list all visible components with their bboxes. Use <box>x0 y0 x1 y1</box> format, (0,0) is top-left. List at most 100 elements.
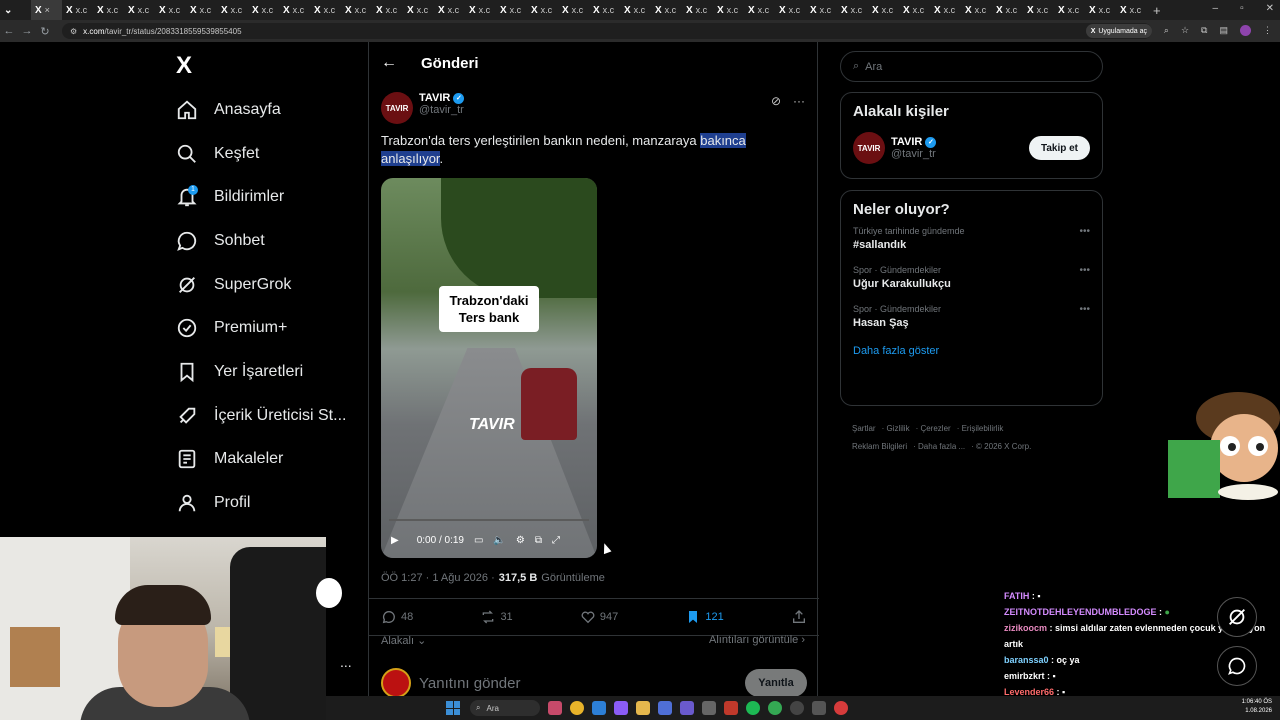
browser-tab[interactable]: Xx.c <box>155 0 186 20</box>
browser-tab[interactable]: Xx.c <box>527 0 558 20</box>
author-name-row[interactable]: TAVIR ✓ <box>419 92 465 104</box>
more-options-icon[interactable]: ••• <box>1079 265 1090 276</box>
sidebar-item-profile[interactable]: Profil <box>176 481 346 525</box>
more-options-icon[interactable]: ··· <box>793 94 805 108</box>
taskbar-app-icon[interactable] <box>658 701 672 715</box>
zoom-icon[interactable]: ⌕ <box>1164 25 1169 36</box>
browser-tab[interactable]: Xx.c <box>775 0 806 20</box>
show-more-link[interactable]: Daha fazla göster <box>841 335 1102 371</box>
sidebar-item-notifications[interactable]: 1 Bildirimler <box>176 175 346 219</box>
restore-icon[interactable]: ▫ <box>1240 3 1244 14</box>
browser-tab[interactable]: Xx.c <box>124 0 155 20</box>
obs-icon[interactable] <box>790 701 804 715</box>
grok-icon[interactable]: ⊘ <box>771 94 781 108</box>
trend-item[interactable]: Spor · Gündemdekiler Hasan Şaş ••• <box>841 296 1102 335</box>
windows-start-icon[interactable] <box>446 701 460 715</box>
browser-tab[interactable]: Xx.c <box>341 0 372 20</box>
share-button[interactable] <box>791 609 807 625</box>
taskbar-app-icon[interactable] <box>834 701 848 715</box>
follow-button[interactable]: Takip et <box>1028 136 1090 160</box>
folder-icon[interactable] <box>636 701 650 715</box>
chrome-icon[interactable] <box>570 701 584 715</box>
pip-icon[interactable]: ⧉ <box>535 535 542 546</box>
browser-tab[interactable]: Xx.c <box>589 0 620 20</box>
reply-button[interactable]: 48 <box>381 609 413 625</box>
trend-item[interactable]: Türkiye tarihinde gündemde #sallandık ••… <box>841 218 1102 257</box>
reply-input[interactable]: Yanıtını gönder <box>419 675 737 692</box>
browser-tab[interactable]: Xx.c <box>1023 0 1054 20</box>
browser-tab[interactable]: Xx.c <box>837 0 868 20</box>
browser-tab[interactable]: Xx.c <box>930 0 961 20</box>
taskbar-app-icon[interactable] <box>614 701 628 715</box>
user-avatar[interactable] <box>381 668 411 698</box>
browser-tab[interactable]: Xx.c <box>682 0 713 20</box>
back-icon[interactable]: ← <box>0 25 18 37</box>
author-handle[interactable]: @tavir_tr <box>419 104 464 116</box>
browser-tab[interactable]: Xx.c <box>961 0 992 20</box>
related-person-avatar[interactable]: TAVIR <box>853 132 885 164</box>
more-options-icon[interactable]: ••• <box>1079 226 1090 237</box>
bookmark-button[interactable]: 121 <box>685 609 724 625</box>
browser-tab[interactable]: Xx.c <box>434 0 465 20</box>
footer-link[interactable]: Erişilebilirlik <box>962 424 1004 433</box>
browser-tab[interactable]: Xx.c <box>465 0 496 20</box>
browser-tab[interactable]: Xx.c <box>248 0 279 20</box>
trend-item[interactable]: Spor · Gündemdekiler Uğur Karakullukçu •… <box>841 257 1102 296</box>
chrome-icon[interactable] <box>768 701 782 715</box>
play-icon[interactable]: ▶ <box>391 535 399 546</box>
site-info-icon[interactable]: ⚙ <box>70 27 77 36</box>
post-author[interactable]: TAVIR TAVIR ✓ @tavir_tr <box>381 92 465 124</box>
reply-submit-button[interactable]: Yanıtla <box>745 669 807 697</box>
browser-tab[interactable]: Xx.c <box>1116 0 1147 20</box>
browser-tab[interactable]: Xx.c <box>496 0 527 20</box>
browser-tab[interactable]: Xx.c <box>620 0 651 20</box>
sidebar-item-articles[interactable]: Makaleler <box>176 438 346 482</box>
browser-tab-active[interactable]: X × <box>31 0 62 20</box>
footer-link[interactable]: Daha fazla ... <box>918 442 965 451</box>
reload-icon[interactable]: ↻ <box>36 25 54 38</box>
footer-link[interactable]: Şartlar <box>852 424 876 433</box>
footer-link[interactable]: Gizlilik <box>886 424 909 433</box>
sidebar-item-chat[interactable]: Sohbet <box>176 219 346 263</box>
discord-icon[interactable] <box>680 701 694 715</box>
repost-button[interactable]: 31 <box>480 609 513 625</box>
taskbar-app-icon[interactable] <box>812 701 826 715</box>
close-icon[interactable]: ✕ <box>1266 3 1274 14</box>
browser-tab[interactable]: Xx.c <box>992 0 1023 20</box>
sidebar-item-premium[interactable]: Premium+ <box>176 306 346 350</box>
browser-tab[interactable]: Xx.c <box>62 0 93 20</box>
browser-tab[interactable]: Xx.c <box>558 0 589 20</box>
author-avatar[interactable]: TAVIR <box>381 92 413 124</box>
browser-tab[interactable]: Xx.c <box>868 0 899 20</box>
video-progress-bar[interactable] <box>389 519 589 521</box>
captions-icon[interactable]: ▭ <box>474 535 483 546</box>
footer-link[interactable]: Çerezler <box>920 424 950 433</box>
sidebar-item-bookmarks[interactable]: Yer İşaretleri <box>176 350 346 394</box>
browser-tab[interactable]: Xx.c <box>1085 0 1116 20</box>
forward-icon[interactable]: → <box>18 25 36 37</box>
messages-fab-button[interactable] <box>1217 646 1257 686</box>
account-more-icon[interactable]: ... <box>340 654 352 670</box>
taskbar-app-icon[interactable] <box>702 701 716 715</box>
back-arrow-icon[interactable]: ← <box>381 54 397 72</box>
browser-tab[interactable]: Xx.c <box>93 0 124 20</box>
browser-tab[interactable]: Xx.c <box>186 0 217 20</box>
browser-tab[interactable]: Xx.c <box>744 0 775 20</box>
post-timestamp[interactable]: ÖÖ 1:27 · 1 Ağu 2026 · <box>381 572 495 584</box>
tab-menu[interactable]: ⌄ <box>0 0 31 20</box>
view-quotes-link[interactable]: Alıntıları görüntüle › <box>709 634 805 646</box>
grok-fab-button[interactable] <box>1217 597 1257 637</box>
sidebar-item-creator-studio[interactable]: İçerik Üreticisi St... <box>176 394 346 438</box>
tab-close-icon[interactable]: × <box>45 5 50 15</box>
new-tab-button[interactable]: + <box>1153 3 1161 18</box>
browser-tab[interactable]: Xx.c <box>279 0 310 20</box>
sidebar-item-explore[interactable]: Keşfet <box>176 132 346 176</box>
menu-icon[interactable]: ⋮ <box>1263 25 1272 36</box>
open-in-app-chip[interactable]: X Uygulamada aç <box>1085 24 1152 38</box>
browser-tab[interactable]: Xx.c <box>651 0 682 20</box>
url-field[interactable]: ⚙ x.com/tavir_tr/status/2083318559539855… <box>62 23 1152 39</box>
browser-tab[interactable]: Xx.c <box>899 0 930 20</box>
star-icon[interactable]: ☆ <box>1181 25 1189 36</box>
taskbar-app-icon[interactable] <box>724 701 738 715</box>
extensions-icon[interactable]: ⧉ <box>1201 25 1207 36</box>
